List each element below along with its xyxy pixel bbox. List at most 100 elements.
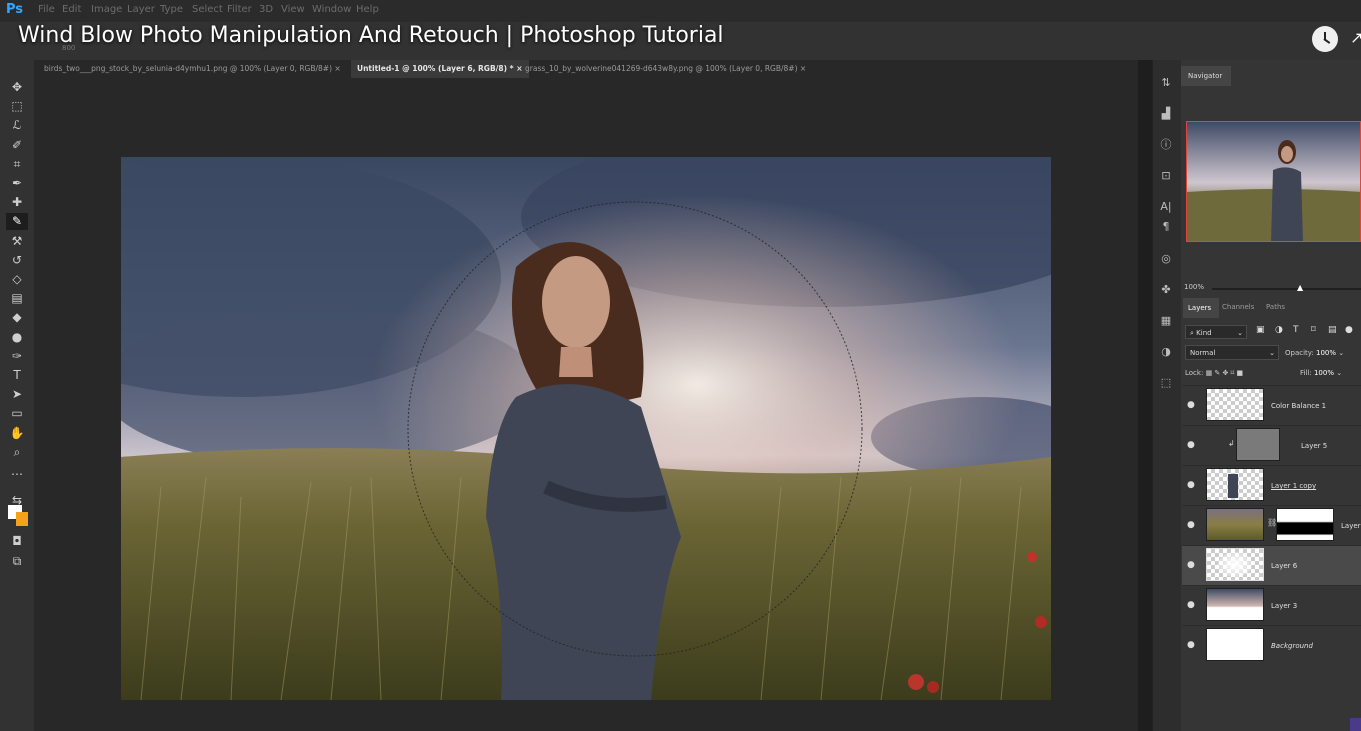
info-icon[interactable]: ⓘ (1157, 136, 1175, 154)
tab-grass-10[interactable]: grass_10_by_wolverine041269-d643w8y.png … (519, 60, 812, 78)
quick-select-icon[interactable]: ✐ (6, 137, 28, 154)
menu-edit[interactable]: Edit (62, 4, 81, 15)
close-icon[interactable]: × (800, 64, 806, 73)
tab-navigator[interactable]: Navigator (1181, 66, 1231, 86)
filter-adjustment-icon[interactable]: ◑ (1275, 325, 1283, 335)
opacity-control[interactable]: Opacity: 100% ⌄ (1285, 349, 1344, 357)
crop-icon[interactable]: ⌗ (6, 156, 28, 173)
layer-name[interactable]: Layer 6 (1271, 562, 1297, 570)
eye-icon[interactable]: ● (1187, 560, 1195, 570)
lasso-icon[interactable]: ℒ (6, 117, 28, 134)
menu-select[interactable]: Select (192, 4, 223, 15)
menu-view[interactable]: View (281, 4, 305, 15)
tab-untitled-1[interactable]: Untitled-1 @ 100% (Layer 6, RGB/8) * × (351, 60, 529, 78)
filter-smart-object-icon[interactable]: ▤ (1328, 325, 1337, 335)
quick-mask-icon[interactable]: ◘ (6, 533, 28, 550)
menu-window[interactable]: Window (312, 4, 351, 15)
eye-icon[interactable]: ● (1187, 400, 1195, 410)
hand-icon[interactable]: ✋ (6, 425, 28, 442)
filter-pixel-icon[interactable]: ▣ (1256, 325, 1265, 335)
blend-mode-select[interactable]: Normal ⌄ (1185, 345, 1279, 360)
brush-icon[interactable]: ✎ (6, 213, 28, 231)
navigator-preview[interactable] (1186, 121, 1361, 242)
clone-source-icon[interactable]: ⊡ (1157, 167, 1175, 185)
gradient-icon[interactable]: ▤ (6, 290, 28, 307)
zoom-icon[interactable]: ⌕ (6, 444, 28, 461)
navigator-zoom-slider[interactable] (1212, 288, 1361, 290)
marquee-icon[interactable]: ⬚ (6, 98, 28, 115)
layer-name[interactable]: Layer 1 copy (1271, 482, 1316, 490)
default-colors-icon[interactable]: ⇆ (6, 492, 28, 509)
move-icon[interactable]: ✥ (6, 79, 28, 96)
filter-shape-icon[interactable]: ⌑ (1311, 325, 1316, 335)
pen-icon[interactable]: ✑ (6, 348, 28, 365)
layer-name[interactable]: Background (1271, 642, 1313, 650)
filter-toggle-icon[interactable]: ● (1345, 325, 1353, 335)
tab-layers[interactable]: Layers (1183, 298, 1219, 318)
layer-mask-thumbnail[interactable] (1276, 508, 1334, 541)
menu-help[interactable]: Help (356, 4, 379, 15)
layer-thumbnail (1206, 628, 1264, 661)
swatches-icon[interactable]: ▦ (1157, 312, 1175, 330)
tab-paths[interactable]: Paths (1266, 303, 1285, 311)
lock-position-icon[interactable]: ✥ (1223, 369, 1229, 377)
close-icon[interactable]: × (334, 64, 340, 73)
tab-channels[interactable]: Channels (1222, 303, 1254, 311)
eye-icon[interactable]: ● (1187, 600, 1195, 610)
layer-thumbnail (1236, 428, 1280, 461)
panel-icon-column (1152, 60, 1182, 731)
navigator-zoom-value[interactable]: 100% (1184, 283, 1204, 291)
eyedropper-icon[interactable]: ✒ (6, 175, 28, 192)
menu-layer[interactable]: Layer (127, 4, 155, 15)
filter-type-icon[interactable]: T (1293, 325, 1299, 335)
history-brush-icon[interactable]: ↺ (6, 252, 28, 269)
layer-name[interactable]: Layer (1341, 522, 1361, 530)
eye-icon[interactable]: ● (1187, 440, 1195, 450)
path-select-icon[interactable]: ➤ (6, 386, 28, 403)
type-icon[interactable]: T (6, 367, 28, 384)
rectangle-icon[interactable]: ▭ (6, 405, 28, 422)
background-color-swatch[interactable] (16, 512, 28, 526)
watch-later-icon[interactable] (1312, 26, 1338, 52)
layer-thumbnail (1206, 388, 1264, 421)
layer-name[interactable]: Color Balance 1 (1271, 402, 1326, 410)
eye-icon[interactable]: ● (1187, 480, 1195, 490)
menu-type[interactable]: Type (160, 4, 183, 15)
3d-icon[interactable]: ✤ (1157, 281, 1175, 299)
adjustments-icon[interactable]: ◑ (1157, 343, 1175, 361)
eraser-icon[interactable]: ◇ (6, 271, 28, 288)
healing-icon[interactable]: ✚ (6, 194, 28, 211)
menu-image[interactable]: Image (91, 4, 122, 15)
lock-artboard-icon[interactable]: ⌑ (1231, 369, 1235, 377)
tab-birds-two[interactable]: birds_two___png_stock_by_selunia-d4ymhu1… (38, 60, 347, 78)
character-icon[interactable]: A| (1157, 198, 1175, 216)
fill-value[interactable]: 100% (1314, 369, 1334, 377)
paragraph-icon[interactable]: ¶ (1157, 218, 1175, 236)
eye-icon[interactable]: ● (1187, 640, 1195, 650)
layer-name[interactable]: Layer 5 (1301, 442, 1327, 450)
more-icon[interactable]: … (6, 463, 28, 480)
menu-filter[interactable]: Filter (227, 4, 252, 15)
lock-transparent-icon[interactable]: ▦ (1206, 369, 1213, 377)
document-canvas[interactable] (121, 157, 1051, 700)
screen-mode-icon[interactable]: ⧉ (6, 553, 28, 570)
zoom-slider-thumb[interactable]: ▲ (1297, 283, 1303, 292)
menu-file[interactable]: File (38, 4, 55, 15)
stamp-icon[interactable]: ⚒ (6, 233, 28, 250)
layer-name[interactable]: Layer 3 (1271, 602, 1297, 610)
eye-icon[interactable]: ● (1187, 520, 1195, 530)
libraries-icon[interactable]: ◎ (1157, 250, 1175, 268)
lock-pixels-icon[interactable]: ✎ (1214, 369, 1220, 377)
dodge-icon[interactable]: ● (6, 329, 28, 346)
histogram-icon[interactable]: ▟ (1157, 105, 1175, 123)
opacity-value[interactable]: 100% (1316, 349, 1336, 357)
history-icon[interactable]: ⇅ (1157, 74, 1175, 92)
menu-3d[interactable]: 3D (259, 4, 273, 15)
blur-icon[interactable]: ◆ (6, 309, 28, 326)
layer-filter-kind-select[interactable]: ⌕ Kind ⌄ (1185, 325, 1247, 339)
chevron-down-icon: ⌄ (1237, 329, 1243, 337)
lock-all-icon[interactable]: ■ (1236, 369, 1243, 377)
styles-icon[interactable]: ⬚ (1157, 374, 1175, 392)
share-icon[interactable]: ↗ (1350, 28, 1361, 47)
fill-control[interactable]: Fill: 100% ⌄ (1300, 369, 1342, 377)
